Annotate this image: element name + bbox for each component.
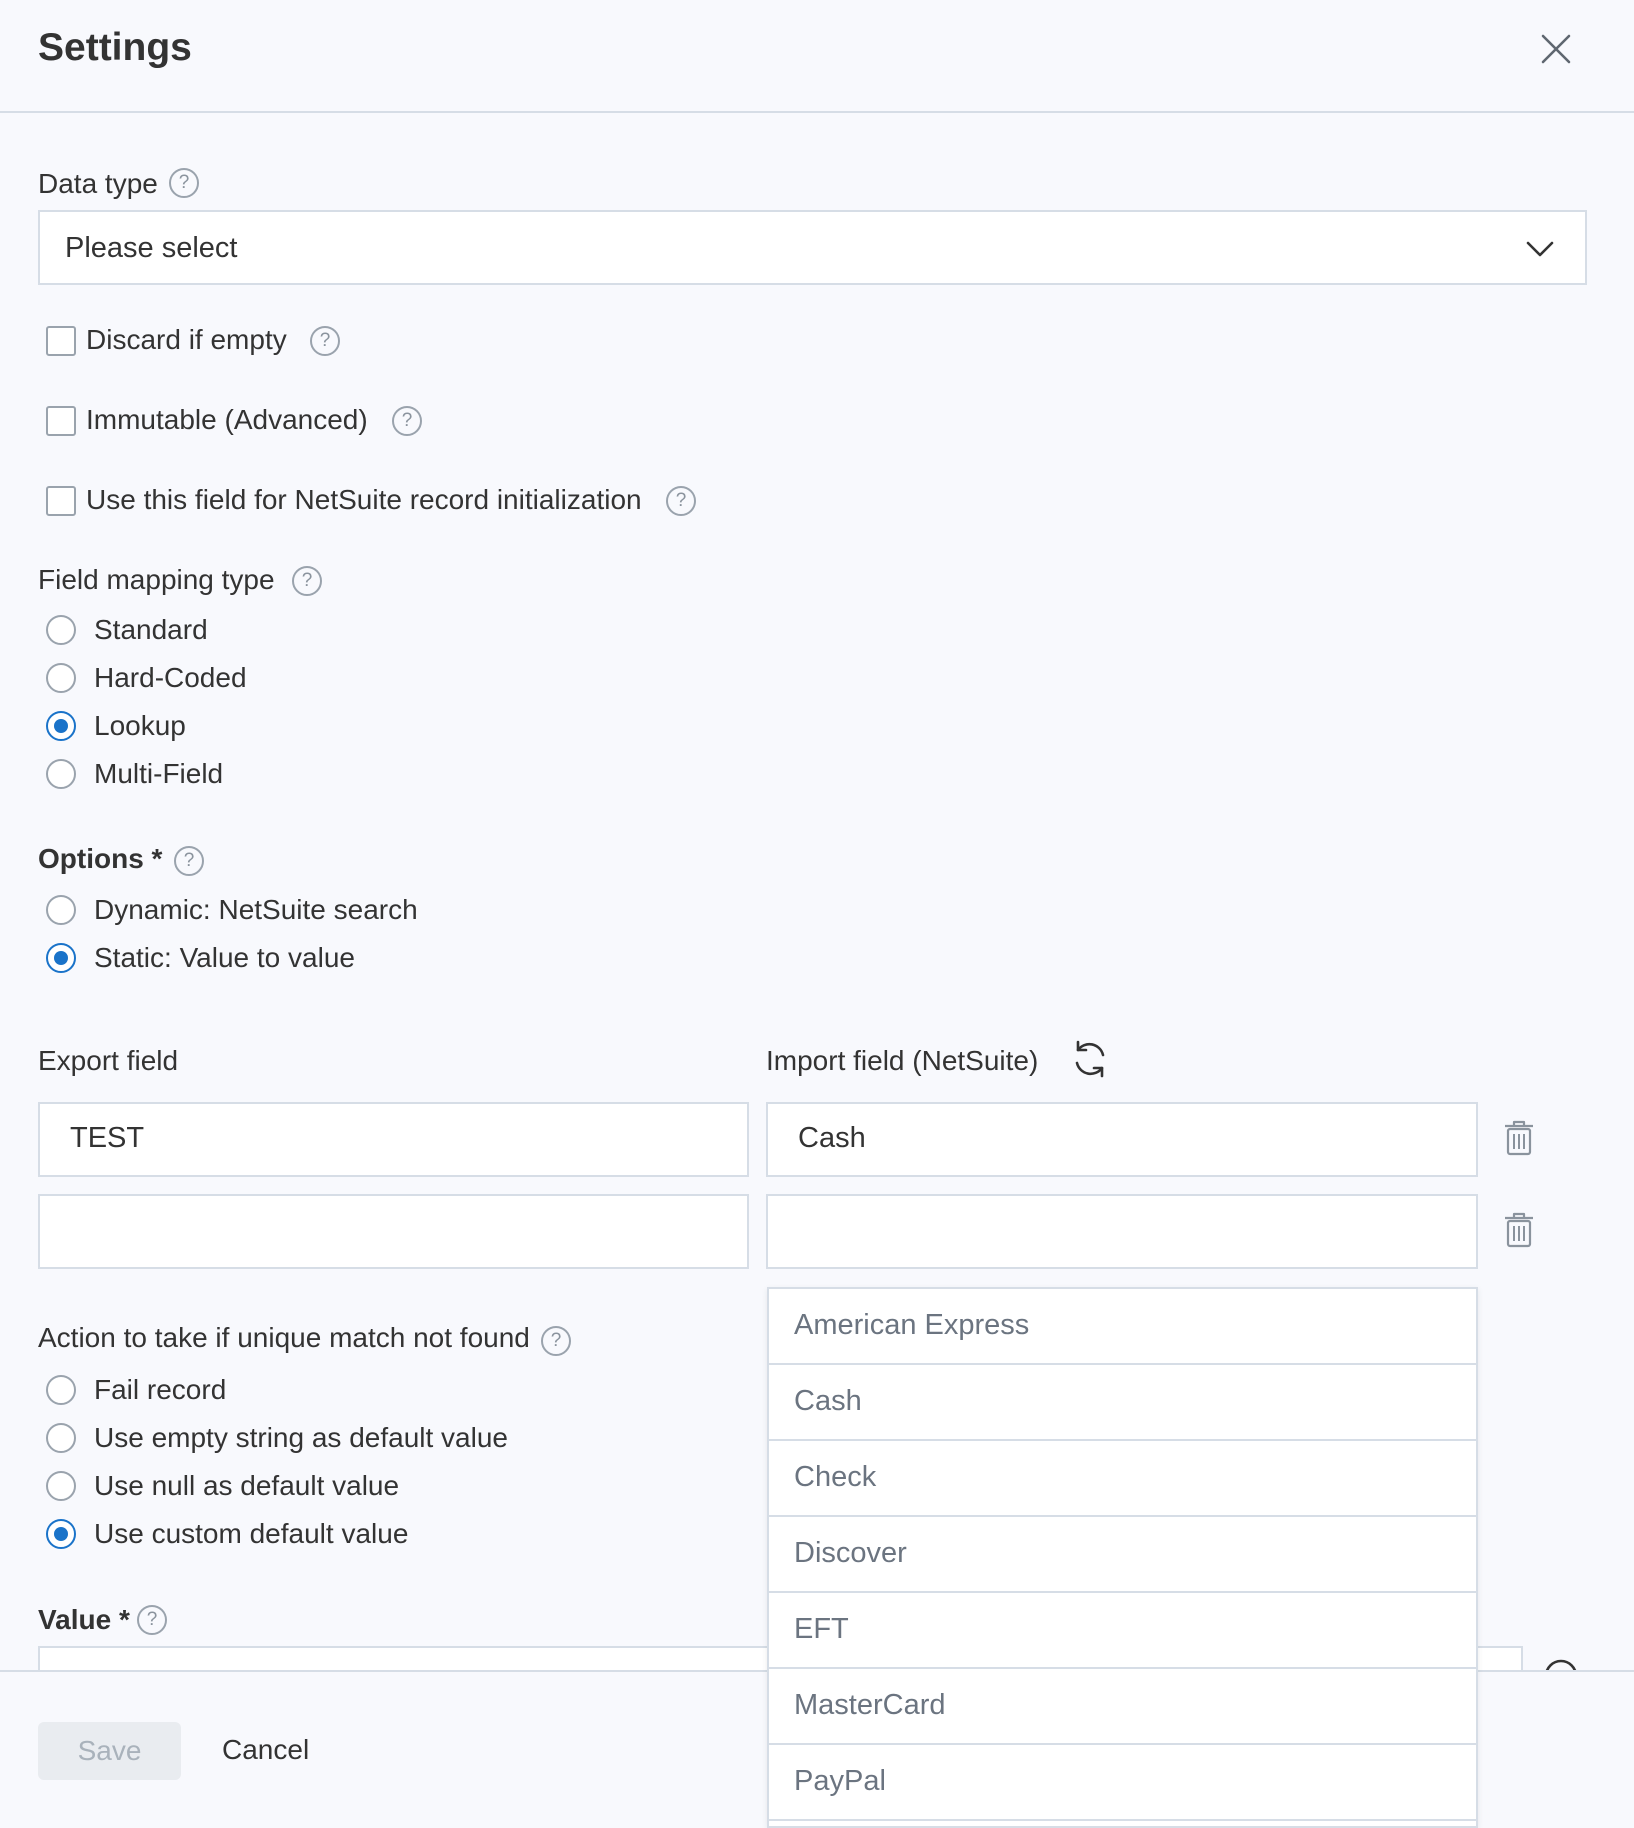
help-icon[interactable]: ? bbox=[541, 1326, 571, 1356]
close-icon[interactable] bbox=[1535, 28, 1577, 70]
radio-standard[interactable] bbox=[46, 615, 76, 645]
help-icon[interactable]: ? bbox=[169, 168, 199, 198]
data-type-select[interactable]: Please select bbox=[38, 210, 1587, 285]
field-mapping-label: Field mapping type bbox=[38, 564, 275, 595]
value-label: Value * bbox=[38, 1604, 130, 1635]
export-field-input[interactable] bbox=[38, 1194, 749, 1269]
help-icon[interactable]: ? bbox=[310, 326, 340, 356]
trash-icon[interactable] bbox=[1502, 1211, 1536, 1249]
help-icon[interactable]: ? bbox=[292, 566, 322, 596]
dropdown-option[interactable]: EFT bbox=[769, 1593, 1476, 1669]
radio-empty-string[interactable] bbox=[46, 1423, 76, 1453]
dropdown-option[interactable]: PayPal bbox=[769, 1745, 1476, 1821]
export-field-input[interactable]: TEST bbox=[38, 1102, 749, 1177]
import-field-input[interactable]: Cash bbox=[766, 1102, 1478, 1177]
radio-fail-record-label[interactable]: Fail record bbox=[94, 1374, 226, 1406]
radio-custom-default[interactable] bbox=[46, 1519, 76, 1549]
radio-static[interactable] bbox=[46, 943, 76, 973]
help-icon[interactable]: ? bbox=[174, 846, 204, 876]
dropdown-option[interactable]: American Express bbox=[769, 1289, 1476, 1365]
radio-standard-label[interactable]: Standard bbox=[94, 614, 208, 646]
radio-dynamic[interactable] bbox=[46, 895, 76, 925]
help-icon[interactable]: ? bbox=[392, 406, 422, 436]
data-type-value: Please select bbox=[65, 232, 238, 264]
record-init-label[interactable]: Use this field for NetSuite record initi… bbox=[86, 484, 642, 516]
cancel-button[interactable]: Cancel bbox=[222, 1734, 309, 1766]
radio-hard-coded-label[interactable]: Hard-Coded bbox=[94, 662, 247, 694]
radio-empty-string-label[interactable]: Use empty string as default value bbox=[94, 1422, 508, 1454]
chevron-down-icon bbox=[1523, 232, 1557, 266]
data-type-label: Data type bbox=[38, 168, 158, 199]
dropdown-option[interactable]: MasterCard bbox=[769, 1669, 1476, 1745]
radio-lookup[interactable] bbox=[46, 711, 76, 741]
immutable-label[interactable]: Immutable (Advanced) bbox=[86, 404, 368, 436]
radio-fail-record[interactable] bbox=[46, 1375, 76, 1405]
import-field-input[interactable] bbox=[766, 1194, 1478, 1269]
import-field-label: Import field (NetSuite) bbox=[766, 1045, 1039, 1076]
options-label: Options * bbox=[38, 843, 163, 874]
dialog-header: Settings bbox=[0, 0, 1634, 113]
save-button[interactable]: Save bbox=[38, 1722, 181, 1780]
radio-lookup-label[interactable]: Lookup bbox=[94, 710, 186, 742]
action-label: Action to take if unique match not found bbox=[38, 1322, 530, 1353]
dropdown-option[interactable]: Check bbox=[769, 1441, 1476, 1517]
dialog-title: Settings bbox=[38, 26, 192, 69]
record-init-checkbox[interactable] bbox=[46, 486, 76, 516]
radio-dynamic-label[interactable]: Dynamic: NetSuite search bbox=[94, 894, 418, 926]
help-icon[interactable]: ? bbox=[666, 486, 696, 516]
radio-null-default-label[interactable]: Use null as default value bbox=[94, 1470, 399, 1502]
discard-if-empty-checkbox[interactable] bbox=[46, 326, 76, 356]
radio-multi-field-label[interactable]: Multi-Field bbox=[94, 758, 223, 790]
radio-hard-coded[interactable] bbox=[46, 663, 76, 693]
export-field-label: Export field bbox=[38, 1045, 179, 1076]
immutable-checkbox[interactable] bbox=[46, 406, 76, 436]
radio-custom-default-label[interactable]: Use custom default value bbox=[94, 1518, 408, 1550]
radio-static-label[interactable]: Static: Value to value bbox=[94, 942, 355, 974]
radio-multi-field[interactable] bbox=[46, 759, 76, 789]
trash-icon[interactable] bbox=[1502, 1119, 1536, 1157]
refresh-icon[interactable] bbox=[1069, 1038, 1111, 1080]
dropdown-option[interactable]: Cash bbox=[769, 1365, 1476, 1441]
radio-null-default[interactable] bbox=[46, 1471, 76, 1501]
import-field-dropdown: American Express Cash Check Discover EFT… bbox=[767, 1287, 1478, 1828]
discard-if-empty-label[interactable]: Discard if empty bbox=[86, 324, 287, 356]
help-icon[interactable]: ? bbox=[137, 1605, 167, 1635]
dropdown-option[interactable]: Discover bbox=[769, 1517, 1476, 1593]
